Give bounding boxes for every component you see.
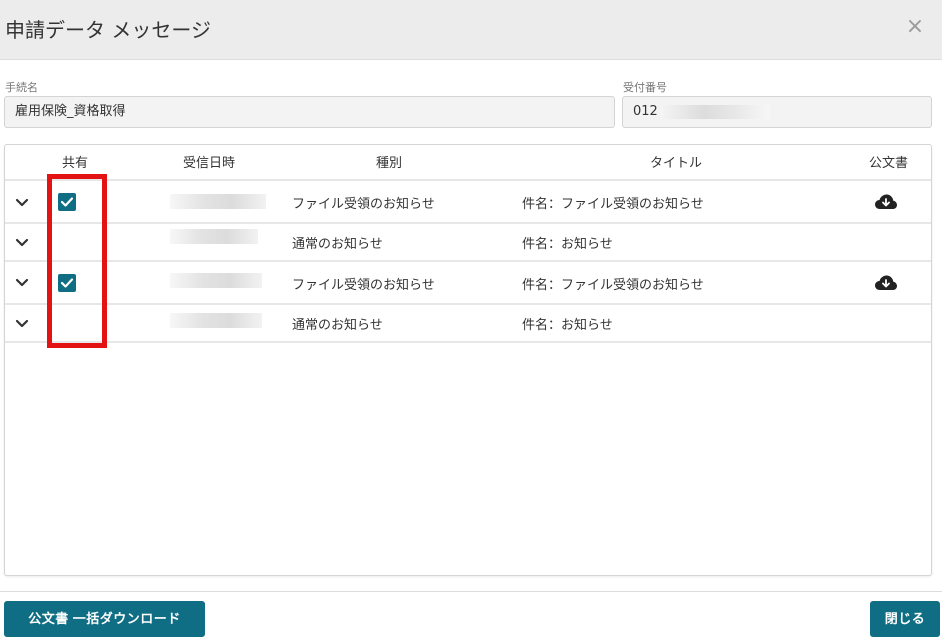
row-title: 件名：ファイル受領のお知らせ — [522, 278, 704, 293]
row-type: ファイル受領のお知らせ — [292, 197, 435, 212]
close-icon[interactable]: × — [904, 15, 926, 39]
redacted-date — [170, 229, 258, 244]
table-row — [5, 181, 931, 224]
table-row — [5, 224, 931, 262]
chevron-down-icon[interactable] — [14, 235, 30, 251]
dialog-header: 申請データ メッセージ × — [0, 0, 942, 60]
receipt-number-value: 012 — [633, 104, 658, 119]
row-type: 通常のお知らせ — [292, 237, 383, 252]
row-type: 通常のお知らせ — [292, 318, 383, 333]
cloud-download-icon[interactable] — [874, 274, 898, 292]
redacted-date — [170, 313, 262, 328]
redacted-date — [170, 194, 266, 209]
redacted-mask — [659, 104, 770, 119]
procedure-name-field: 雇用保険_資格取得 — [4, 96, 615, 128]
row-title: 件名：ファイル受領のお知らせ — [522, 197, 704, 212]
share-column-highlight — [47, 174, 107, 348]
chevron-down-icon[interactable] — [14, 275, 30, 291]
row-title: 件名：お知らせ — [522, 237, 613, 252]
header-title: タイトル — [650, 156, 703, 171]
procedure-name-label: 手続名 — [5, 81, 38, 94]
receipt-number-label: 受付番号 — [623, 81, 667, 94]
footer-divider — [0, 591, 942, 592]
cloud-download-icon[interactable] — [874, 193, 898, 211]
table-row — [5, 305, 931, 343]
header-share: 共有 — [62, 156, 89, 171]
header-official-document: 公文書 — [869, 156, 909, 171]
close-button[interactable]: 閉じる — [870, 601, 940, 637]
dialog-title: 申請データ メッセージ — [5, 18, 211, 42]
receipt-number-field: 012 — [622, 96, 932, 128]
table-row — [5, 262, 931, 305]
redacted-date — [170, 273, 262, 288]
chevron-down-icon[interactable] — [14, 195, 30, 211]
header-type: 種別 — [376, 156, 403, 171]
chevron-down-icon[interactable] — [14, 316, 30, 332]
row-type: ファイル受領のお知らせ — [292, 278, 435, 293]
row-title: 件名：お知らせ — [522, 318, 613, 333]
header-received-datetime: 受信日時 — [183, 156, 236, 171]
bulk-download-button[interactable]: 公文書 一括ダウンロード — [4, 601, 205, 637]
procedure-name-value: 雇用保険_資格取得 — [15, 104, 126, 119]
